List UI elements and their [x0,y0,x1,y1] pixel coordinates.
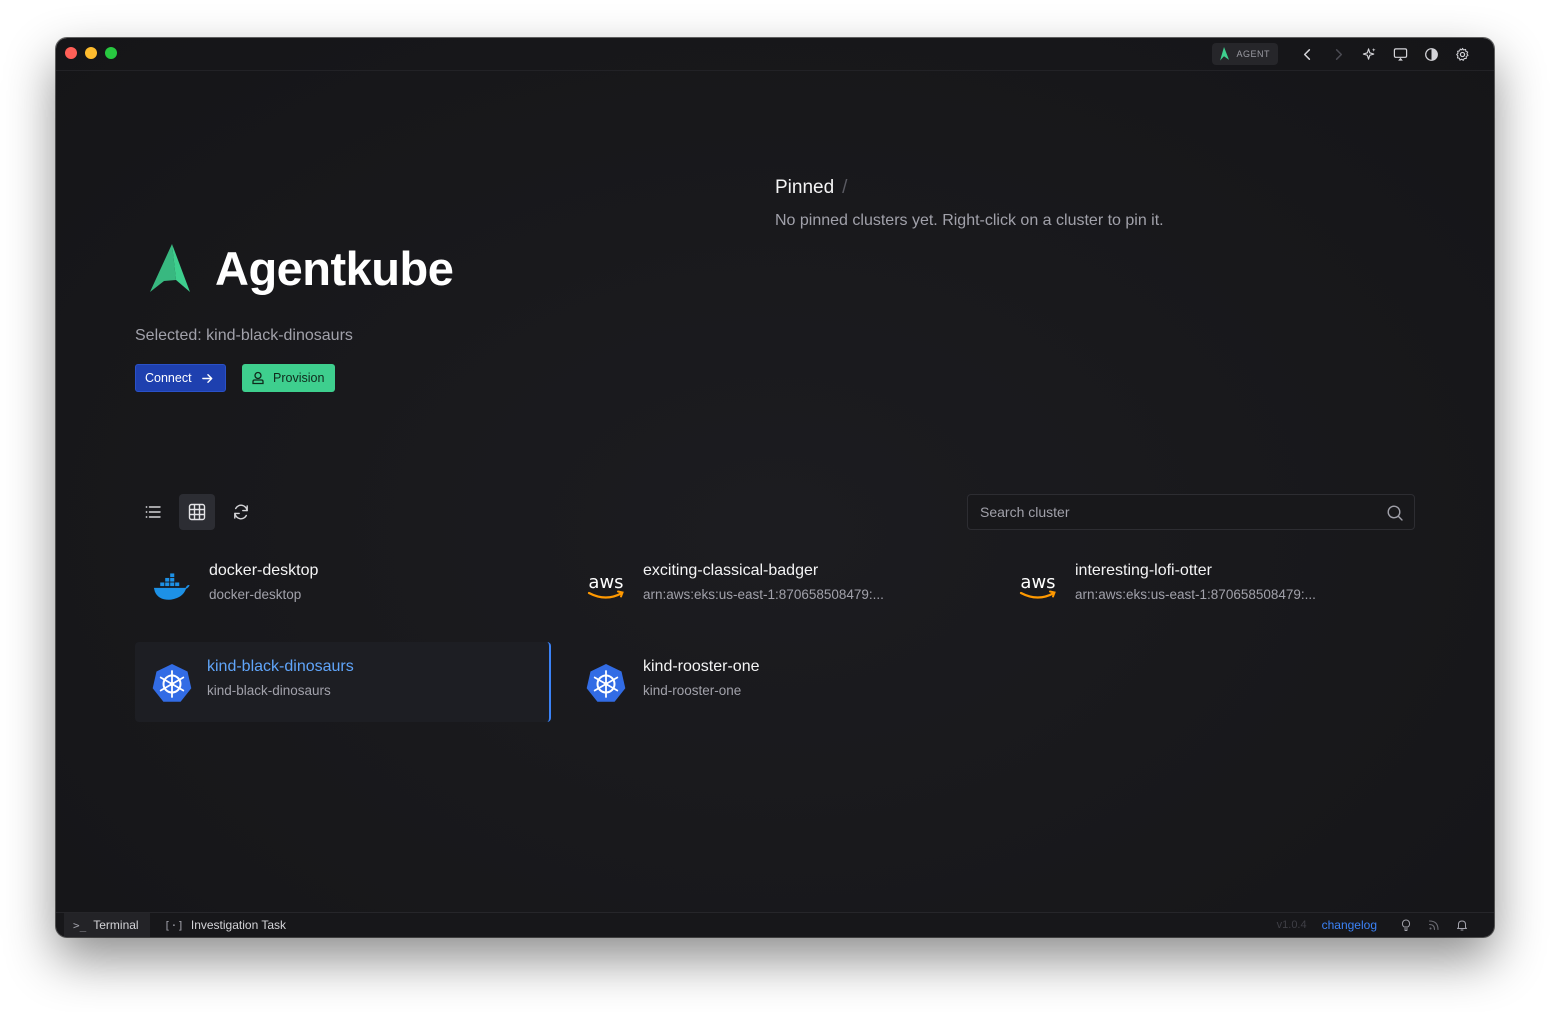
list-view-button[interactable] [135,494,171,530]
list-icon [145,506,161,518]
cluster-card-kind-rooster-one[interactable]: kind-rooster-one kind-rooster-one [569,642,985,722]
terminal-tab[interactable]: >_ Terminal [64,913,150,937]
docker-icon [151,566,193,608]
kubernetes-icon [151,662,193,704]
refresh-icon [234,504,248,520]
provision-user-icon [252,371,264,385]
cluster-context: kind-black-dinosaurs [207,683,331,698]
agent-button[interactable]: AGENT [1212,43,1278,65]
investigation-label: Investigation Task [190,918,287,932]
back-button[interactable] [1292,43,1323,65]
grid-icon [188,503,206,521]
cluster-card-docker-desktop[interactable]: docker-desktop docker-desktop [135,546,551,626]
cluster-name: docker-desktop [209,562,319,579]
terminal-icon: >_ [73,918,87,932]
cluster-context: arn:aws:eks:us-east-1:870658508479:... [1075,587,1316,602]
tips-button[interactable] [1392,919,1420,931]
cluster-context: kind-rooster-one [643,683,742,698]
notifications-button[interactable] [1448,919,1476,931]
monitor-icon [1393,47,1408,61]
theme-toggle-button[interactable] [1416,43,1447,65]
cluster-name: kind-rooster-one [643,658,760,675]
pinned-empty-message: No pinned clusters yet. Right-click on a… [775,212,1164,229]
svg-text:aws: aws [588,572,623,593]
chevron-right-icon [1335,48,1343,60]
maximize-window-button[interactable] [105,47,117,59]
pinned-separator: / [842,177,848,198]
grid-view-button[interactable] [179,494,215,530]
cluster-context: arn:aws:eks:us-east-1:870658508479:... [643,587,884,602]
minimize-window-button[interactable] [85,47,97,59]
lightbulb-icon [1401,919,1411,931]
cluster-name: exciting-classical-badger [643,562,819,579]
aws-icon: aws [585,566,627,608]
provision-label: Provision [273,371,325,385]
cluster-context: docker-desktop [209,587,302,602]
terminal-label: Terminal [93,918,139,932]
scan-icon: [·] [164,918,184,932]
arrow-right-icon [201,373,212,383]
app-title: Agentkube [215,242,454,295]
rss-icon [1428,920,1439,931]
app-window: AGENT Agentkube Selected: kind-black-din… [56,38,1494,937]
pinned-label: Pinned [775,177,835,198]
provision-button[interactable]: Provision [242,364,335,392]
agentkube-logo-icon [1220,47,1230,61]
agentkube-logo-icon [150,243,190,292]
connect-label: Connect [145,371,192,385]
search-cluster-field [967,494,1415,530]
pinned-section-title: Pinned / [775,177,847,199]
cluster-card-interesting-lofi-otter[interactable]: aws interesting-lofi-otter arn:aws:eks:u… [1001,546,1417,626]
cluster-name: interesting-lofi-otter [1075,562,1212,579]
cast-button[interactable] [1385,43,1416,65]
ai-sparkles-button[interactable] [1354,43,1385,65]
cluster-card-exciting-classical-badger[interactable]: aws exciting-classical-badger arn:aws:ek… [569,546,985,626]
chevron-left-icon [1303,48,1311,60]
search-icon[interactable] [1386,504,1404,522]
gear-icon [1456,47,1469,61]
connect-button[interactable]: Connect [135,364,226,392]
close-window-button[interactable] [65,47,77,59]
feed-button[interactable] [1420,919,1448,931]
contrast-icon [1425,47,1438,61]
title-bar: AGENT [56,38,1494,71]
refresh-button[interactable] [223,494,259,530]
svg-text:aws: aws [1020,572,1055,593]
bell-icon [1457,920,1467,931]
selected-cluster-label: Selected: kind-black-dinosaurs [135,327,353,344]
brand-header: Agentkube [150,241,454,296]
kubernetes-icon [585,662,627,704]
title-bar-actions: AGENT [1212,43,1478,65]
agent-label: AGENT [1236,49,1270,59]
search-cluster-input[interactable] [968,495,1414,529]
aws-icon: aws [1017,566,1059,608]
cluster-card-kind-black-dinosaurs[interactable]: kind-black-dinosaurs kind-black-dinosaur… [135,642,551,722]
version-label: v1.0.4 [1276,919,1307,931]
investigation-task-tab[interactable]: [·] Investigation Task [164,913,286,937]
settings-button[interactable] [1447,43,1478,65]
status-bar: >_ Terminal [·] Investigation Task v1.0.… [56,912,1494,937]
forward-button[interactable] [1323,43,1354,65]
status-bar-right: v1.0.4 changelog [1277,913,1476,937]
sparkles-icon [1362,47,1376,60]
changelog-link[interactable]: changelog [1322,918,1377,932]
cluster-name: kind-black-dinosaurs [207,658,354,675]
